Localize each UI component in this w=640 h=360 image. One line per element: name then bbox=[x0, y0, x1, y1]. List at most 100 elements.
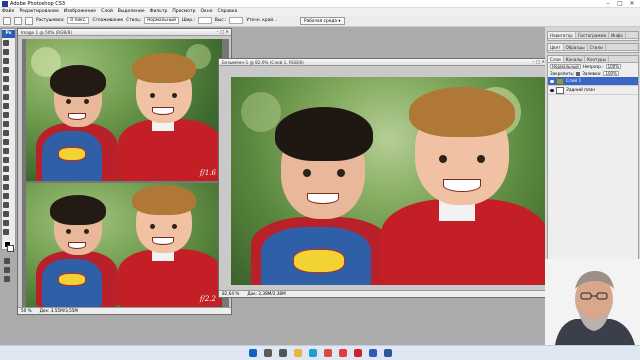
tab-color[interactable]: Цвет bbox=[548, 44, 564, 50]
quick-mask-icon[interactable] bbox=[4, 258, 10, 264]
brush-tool-icon[interactable] bbox=[3, 103, 9, 109]
document-controls-right[interactable]: – □ ✕ bbox=[532, 59, 545, 66]
start-icon[interactable] bbox=[248, 349, 257, 357]
hand-tool-icon[interactable] bbox=[3, 220, 9, 226]
new-selection-icon[interactable] bbox=[14, 16, 22, 25]
blend-row: Нормальный Непрозр.: 100% bbox=[548, 63, 638, 70]
explorer-icon[interactable] bbox=[293, 349, 302, 357]
layer-name: Слой 1 bbox=[566, 78, 582, 84]
minimize-button[interactable]: – bbox=[602, 0, 614, 8]
crop-tool-icon[interactable] bbox=[3, 76, 9, 82]
document-title-right[interactable]: Безымянн-1 @ 82,6% (Слой 1, RGB/8) – □ ✕ bbox=[219, 59, 547, 66]
menu-help[interactable]: Справка bbox=[217, 9, 237, 14]
blur-tool-icon[interactable] bbox=[3, 148, 9, 154]
opera-icon[interactable] bbox=[353, 349, 362, 357]
zoom-level-left[interactable]: 50 % bbox=[21, 308, 32, 314]
menu-view[interactable]: Просмотр bbox=[172, 9, 195, 14]
yandex-icon[interactable] bbox=[338, 349, 347, 357]
pen-tool-icon[interactable] bbox=[3, 166, 9, 172]
document-title-left[interactable]: Image 1 @ 50% (RGB/8) – □ ✕ bbox=[18, 29, 231, 36]
width-input[interactable] bbox=[197, 17, 212, 24]
docsize-left[interactable]: Док: 3,55М/3,55М bbox=[40, 308, 78, 314]
style-select[interactable]: Нормальный bbox=[144, 17, 179, 24]
options-bar: Растушевка: 0 пикс. Сглаживание Стиль: Н… bbox=[0, 15, 640, 27]
word-icon[interactable] bbox=[383, 349, 392, 357]
statusbar-left: 50 % Док: 3,55М/3,55М bbox=[18, 307, 231, 314]
opacity-input[interactable]: 100% bbox=[605, 64, 622, 69]
magic-wand-tool-icon[interactable] bbox=[3, 67, 9, 73]
screen-mode-icon[interactable] bbox=[4, 276, 10, 282]
shape-tool-icon[interactable] bbox=[3, 193, 9, 199]
add-selection-icon[interactable] bbox=[25, 16, 33, 25]
zoom-level-right[interactable]: 82,64 % bbox=[222, 291, 239, 297]
menu-bar: Файл Редактирование Изображение Слой Выд… bbox=[0, 8, 640, 15]
dodge-tool-icon[interactable] bbox=[3, 157, 9, 163]
menu-layer[interactable]: Слой bbox=[101, 9, 113, 14]
history-brush-tool-icon[interactable] bbox=[3, 121, 9, 127]
blend-mode-select[interactable]: Нормальный bbox=[550, 64, 581, 69]
lock-row: Закрепить: Заливка: 100% bbox=[548, 70, 638, 77]
search-icon[interactable] bbox=[263, 349, 272, 357]
canvas-left[interactable]: f/1.6 f/2.2 bbox=[22, 39, 229, 307]
tab-styles[interactable]: Стили bbox=[588, 44, 606, 50]
tab-navigator[interactable]: Навигатор bbox=[548, 32, 576, 38]
chrome-icon[interactable] bbox=[323, 349, 332, 357]
opacity-label: Непрозр.: bbox=[582, 64, 604, 69]
fill-input[interactable]: 100% bbox=[603, 71, 619, 76]
layer-row[interactable]: Слой 1 bbox=[548, 77, 638, 86]
lasso-tool-icon[interactable] bbox=[3, 58, 9, 64]
document-controls-left[interactable]: – □ ✕ bbox=[216, 29, 229, 36]
style-label: Стиль: bbox=[126, 18, 142, 23]
path-selection-tool-icon[interactable] bbox=[3, 184, 9, 190]
healing-brush-tool-icon[interactable] bbox=[3, 94, 9, 100]
tool-preset-button[interactable] bbox=[3, 16, 11, 25]
menu-image[interactable]: Изображение bbox=[64, 9, 96, 14]
maximize-button[interactable]: □ bbox=[614, 0, 626, 8]
notes-tool-icon[interactable] bbox=[3, 202, 9, 208]
standard-mode-icon[interactable] bbox=[4, 267, 10, 273]
refine-edge-button[interactable]: Уточн. край... bbox=[246, 18, 277, 23]
taskview-icon[interactable] bbox=[278, 349, 287, 357]
clone-stamp-tool-icon[interactable] bbox=[3, 112, 9, 118]
layers-panel: Слои Каналы Контуры Нормальный Непрозр.:… bbox=[547, 55, 639, 281]
canvas-right[interactable] bbox=[231, 77, 547, 285]
marquee-tool-icon[interactable] bbox=[3, 49, 9, 55]
tab-paths[interactable]: Контуры bbox=[585, 56, 609, 62]
color-swatches[interactable] bbox=[2, 241, 15, 255]
menu-window[interactable]: Окно bbox=[201, 9, 213, 14]
document-window-right[interactable]: Безымянн-1 @ 82,6% (Слой 1, RGB/8) – □ ✕ bbox=[218, 58, 548, 298]
close-button[interactable]: ✕ bbox=[626, 0, 638, 8]
workspace-select[interactable]: Рабочая среда ▾ bbox=[300, 17, 345, 25]
tab-histogram[interactable]: Гистограмма bbox=[576, 32, 610, 38]
height-input[interactable] bbox=[229, 17, 244, 24]
visibility-eye-icon[interactable] bbox=[550, 79, 554, 83]
menu-select[interactable]: Выделение bbox=[118, 9, 145, 14]
window-controls: – □ ✕ bbox=[602, 0, 638, 8]
docsize-right[interactable]: Док: 2,38М/2,38М bbox=[247, 291, 285, 297]
lock-icon[interactable] bbox=[576, 71, 581, 76]
boy-right-bottom bbox=[116, 183, 222, 307]
photoshop-icon[interactable] bbox=[368, 349, 377, 357]
edge-icon[interactable] bbox=[308, 349, 317, 357]
tab-swatches[interactable]: Образцы bbox=[564, 44, 588, 50]
tab-channels[interactable]: Каналы bbox=[564, 56, 586, 62]
menu-edit[interactable]: Редактирование bbox=[19, 9, 58, 14]
slice-tool-icon[interactable] bbox=[3, 85, 9, 91]
zoom-tool-icon[interactable] bbox=[3, 229, 9, 235]
feather-input[interactable]: 0 пикс. bbox=[67, 17, 90, 24]
antialias-checkbox[interactable]: Сглаживание bbox=[92, 18, 123, 23]
tab-layers[interactable]: Слои bbox=[548, 56, 564, 62]
eraser-tool-icon[interactable] bbox=[3, 130, 9, 136]
layer-row[interactable]: Задний план bbox=[548, 86, 638, 95]
aperture-label-bottom: f/2.2 bbox=[199, 295, 216, 303]
type-tool-icon[interactable] bbox=[3, 175, 9, 181]
eyedropper-tool-icon[interactable] bbox=[3, 211, 9, 217]
gradient-tool-icon[interactable] bbox=[3, 139, 9, 145]
document-window-left[interactable]: Image 1 @ 50% (RGB/8) – □ ✕ f/1.6 f/2.2 … bbox=[17, 28, 232, 315]
menu-filter[interactable]: Фильтр bbox=[150, 9, 168, 14]
tab-info[interactable]: Инфо bbox=[609, 32, 626, 38]
menu-file[interactable]: Файл bbox=[2, 9, 14, 14]
move-tool-icon[interactable] bbox=[3, 40, 9, 46]
visibility-eye-icon[interactable] bbox=[550, 88, 554, 92]
background-color-swatch[interactable] bbox=[7, 245, 14, 252]
